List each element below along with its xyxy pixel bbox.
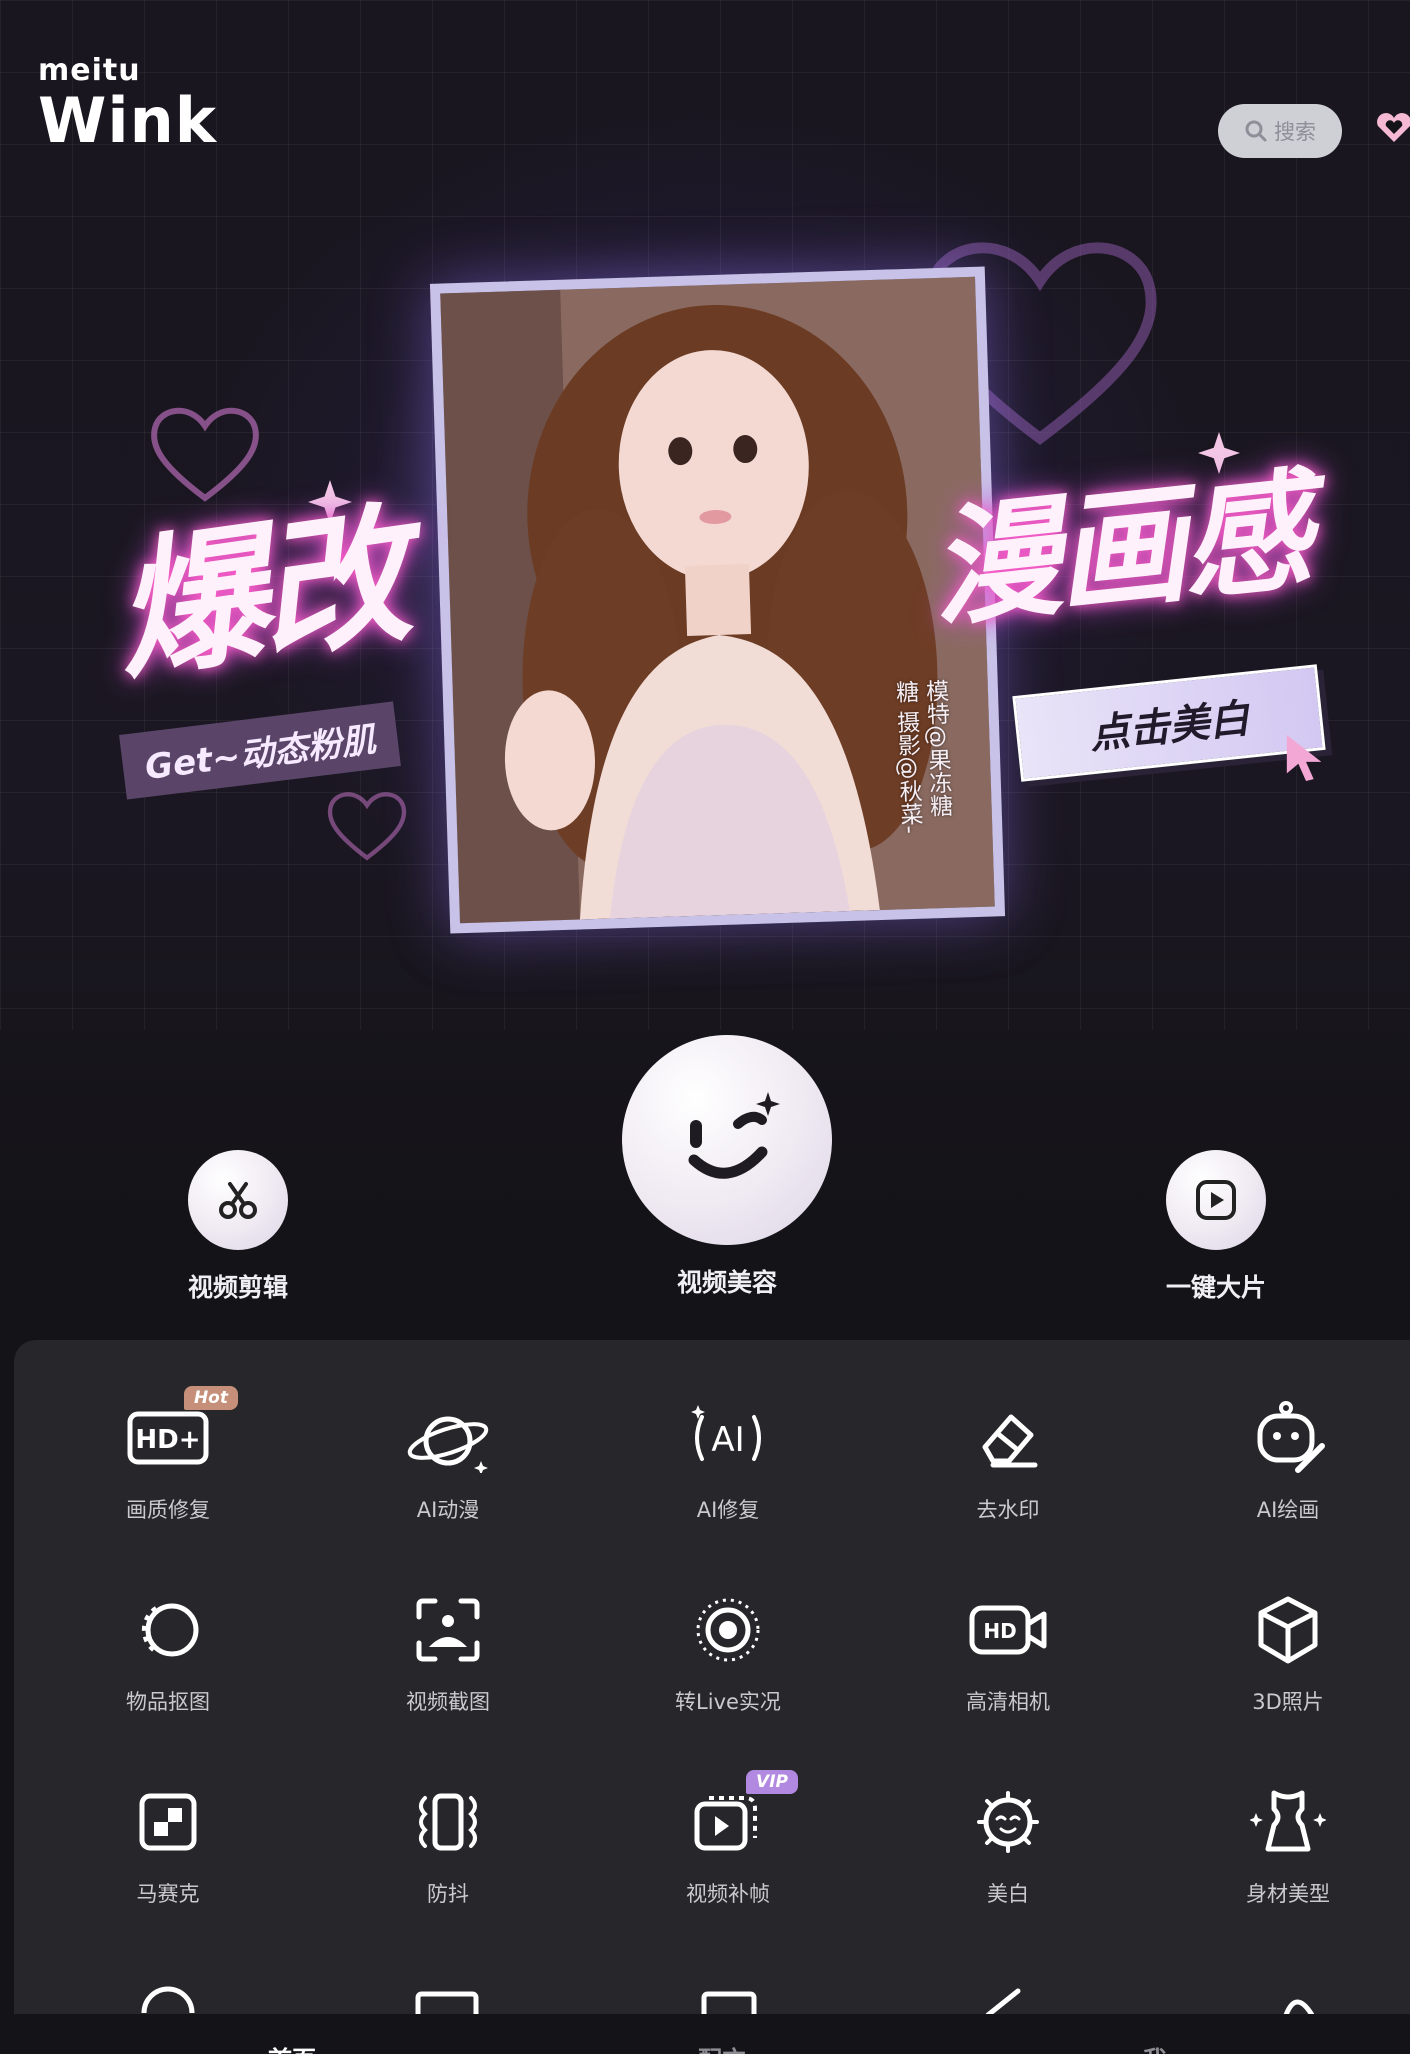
hd-plus-icon: HD+ Hot — [118, 1386, 238, 1486]
tool-label: 视频截图 — [406, 1690, 490, 1714]
mosaic-icon — [118, 1774, 218, 1870]
tool-label: 画质修复 — [126, 1498, 210, 1522]
tool-label: 转Live实况 — [675, 1690, 781, 1714]
partial-tool-icon — [415, 1991, 479, 2014]
tool-label: 物品抠图 — [126, 1690, 210, 1714]
partial-tool-icon — [985, 1988, 1021, 2015]
neon-heart-decoration — [327, 792, 407, 861]
tool-3d-photo[interactable]: 3D照片 — [1188, 1582, 1388, 1732]
tool-label: 马赛克 — [136, 1882, 200, 1906]
cursor-icon — [1286, 735, 1322, 781]
headline-right: 漫画感 — [923, 454, 1315, 646]
body-shape-icon — [1238, 1774, 1338, 1870]
hd-camera-icon: HD — [958, 1582, 1058, 1678]
tool-label: 美白 — [987, 1882, 1029, 1906]
stabilize-icon — [398, 1774, 498, 1870]
tool-hd-camera[interactable]: HD 高清相机 — [908, 1582, 1108, 1732]
hot-badge: Hot — [183, 1386, 238, 1410]
tool-to-live[interactable]: 转Live实况 — [628, 1582, 828, 1732]
tool-label: 去水印 — [976, 1498, 1040, 1522]
action-video-beauty[interactable]: 视频美容 — [602, 1035, 852, 1299]
action-label: 一键大片 — [1165, 1273, 1266, 1302]
tool-label: AI动漫 — [416, 1498, 480, 1522]
tool-body-shape[interactable]: 身材美型 — [1188, 1774, 1388, 1924]
partial-tool-icon — [701, 1991, 757, 2014]
ai-sparkle-icon: AI — [678, 1390, 778, 1486]
tool-mosaic[interactable]: 马赛克 — [68, 1774, 268, 1924]
robot-brush-icon — [1238, 1390, 1338, 1486]
wink-face-icon — [622, 1035, 832, 1245]
frame-interp-icon: VIP — [678, 1770, 798, 1870]
nav-home[interactable]: 首页 — [268, 2040, 316, 2054]
banner-cta-button[interactable]: 点击美白 — [1012, 664, 1326, 782]
neon-heart-decoration — [151, 407, 259, 502]
action-label: 视频美容 — [676, 1268, 777, 1297]
tool-stabilize[interactable]: 防抖 — [348, 1774, 548, 1924]
photo-credit: 模特@果冻糖糖 摄影@秋菜- — [891, 678, 953, 835]
tool-video-screenshot[interactable]: 视频截图 — [348, 1582, 548, 1732]
bottom-navigation: 首页 配方 我 — [0, 2014, 1410, 2054]
tool-remove-watermark[interactable]: 去水印 — [908, 1390, 1108, 1540]
tool-quality-repair[interactable]: HD+ Hot 画质修复 — [68, 1386, 268, 1540]
action-one-click-film[interactable]: 一键大片 — [1116, 1150, 1316, 1304]
tool-label: 视频补帧 — [686, 1882, 770, 1906]
action-video-edit[interactable]: 视频剪辑 — [138, 1150, 338, 1304]
brand-logo: meitu Wink — [38, 53, 218, 166]
tool-label: 身材美型 — [1246, 1882, 1330, 1906]
planet-icon — [398, 1390, 498, 1486]
svg-text:HD+: HD+ — [135, 1425, 200, 1455]
tool-label: AI修复 — [696, 1498, 760, 1522]
tool-label: 防抖 — [427, 1882, 469, 1906]
action-label: 视频剪辑 — [187, 1273, 288, 1302]
tool-ai-painting[interactable]: AI绘画 — [1188, 1390, 1388, 1540]
face-glow-icon — [958, 1774, 1058, 1870]
partial-tool-icon — [141, 1986, 195, 2014]
promo-banner[interactable]: 爆改 漫画感 Get~动态粉肌 模特@果冻糖糖 摄影@秋菜- 点击美白 — [0, 170, 1410, 970]
play-square-icon — [1166, 1150, 1266, 1250]
tool-label: 3D照片 — [1252, 1690, 1324, 1714]
tool-label: AI绘画 — [1256, 1498, 1320, 1522]
brand-small-text: meitu — [38, 53, 141, 88]
scissors-icon — [188, 1150, 288, 1250]
nav-recipes[interactable]: 配方 — [698, 2040, 746, 2054]
tool-object-cutout[interactable]: 物品抠图 — [68, 1582, 268, 1732]
cube-icon — [1238, 1582, 1338, 1678]
headline-left: 爆改 — [104, 488, 414, 702]
tool-whitening[interactable]: 美白 — [908, 1774, 1108, 1924]
nav-me[interactable]: 我 — [1143, 2040, 1167, 2054]
banner-cta-label: 点击美白 — [1087, 695, 1252, 759]
partial-tool-icon — [1283, 1999, 1315, 2015]
app-root: meitu Wink 搜索 爆改 漫画感 Get~动态粉肌 模特@果冻糖糖 摄影… — [0, 0, 1410, 2054]
cutout-circle-icon — [118, 1582, 218, 1678]
search-icon — [1245, 120, 1267, 142]
search-button[interactable]: 搜索 — [1218, 104, 1342, 158]
vip-badge: VIP — [746, 1770, 798, 1794]
eraser-icon — [958, 1390, 1058, 1486]
svg-text:HD: HD — [983, 1619, 1016, 1643]
tool-ai-repair[interactable]: AI AI修复 — [628, 1390, 828, 1540]
svg-text:AI: AI — [711, 1420, 744, 1460]
tool-frame-interpolation[interactable]: VIP 视频补帧 — [628, 1770, 828, 1924]
tool-ai-anime[interactable]: AI动漫 — [348, 1390, 548, 1540]
brand-name: Wink — [38, 84, 218, 157]
live-photo-icon — [678, 1582, 778, 1678]
heart-icon[interactable] — [1374, 108, 1410, 148]
tool-label: 高清相机 — [966, 1690, 1050, 1714]
frame-capture-icon — [398, 1582, 498, 1678]
search-label: 搜索 — [1274, 120, 1316, 144]
